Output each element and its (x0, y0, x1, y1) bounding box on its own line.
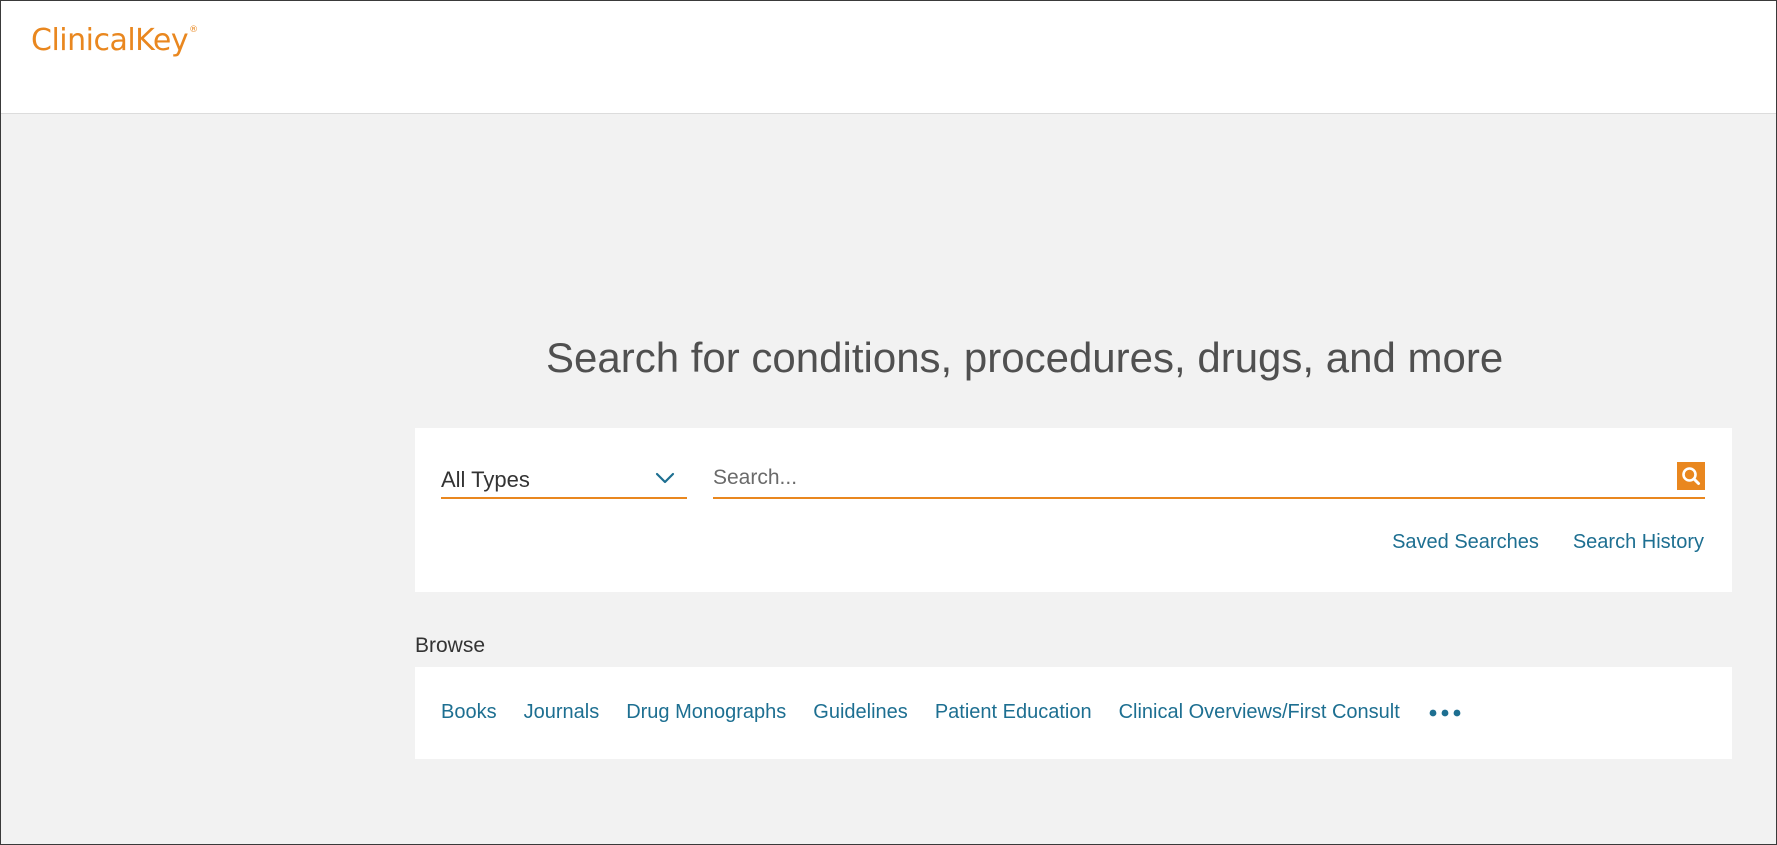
saved-searches-link[interactable]: Saved Searches (1392, 531, 1539, 554)
browse-guidelines-link[interactable]: Guidelines (813, 701, 908, 724)
search-links: Saved Searches Search History (1392, 531, 1704, 554)
browse-drug-monographs-link[interactable]: Drug Monographs (626, 701, 786, 724)
clinicalkey-logo[interactable]: ClinicalKey® (31, 23, 198, 58)
logo-text: ClinicalKey (31, 23, 189, 58)
browse-clinical-overviews-link[interactable]: Clinical Overviews/First Consult (1119, 701, 1400, 724)
content-type-dropdown[interactable]: All Types (441, 461, 687, 499)
more-horizontal-icon[interactable] (1428, 708, 1462, 718)
browse-patient-education-link[interactable]: Patient Education (935, 701, 1092, 724)
search-history-link[interactable]: Search History (1573, 531, 1704, 554)
browse-heading: Browse (415, 634, 486, 657)
browse-journals-link[interactable]: Journals (524, 701, 600, 724)
chevron-down-icon (655, 472, 675, 484)
browse-panel: Books Journals Drug Monographs Guideline… (415, 667, 1732, 759)
registered-mark: ® (189, 25, 198, 35)
content-type-selected: All Types (441, 467, 530, 492)
browse-books-link[interactable]: Books (441, 701, 497, 724)
search-icon (1682, 467, 1700, 485)
browse-links: Books Journals Drug Monographs Guideline… (441, 701, 1462, 724)
search-button[interactable] (1677, 462, 1705, 490)
page-headline: Search for conditions, procedures, drugs… (546, 334, 1504, 381)
search-input[interactable] (713, 461, 1643, 495)
app-header: ClinicalKey® (1, 1, 1776, 114)
search-field (713, 461, 1705, 499)
search-panel: All Types Saved Searches Search History (415, 428, 1732, 592)
page-frame: ClinicalKey® Search for conditions, proc… (0, 0, 1777, 845)
